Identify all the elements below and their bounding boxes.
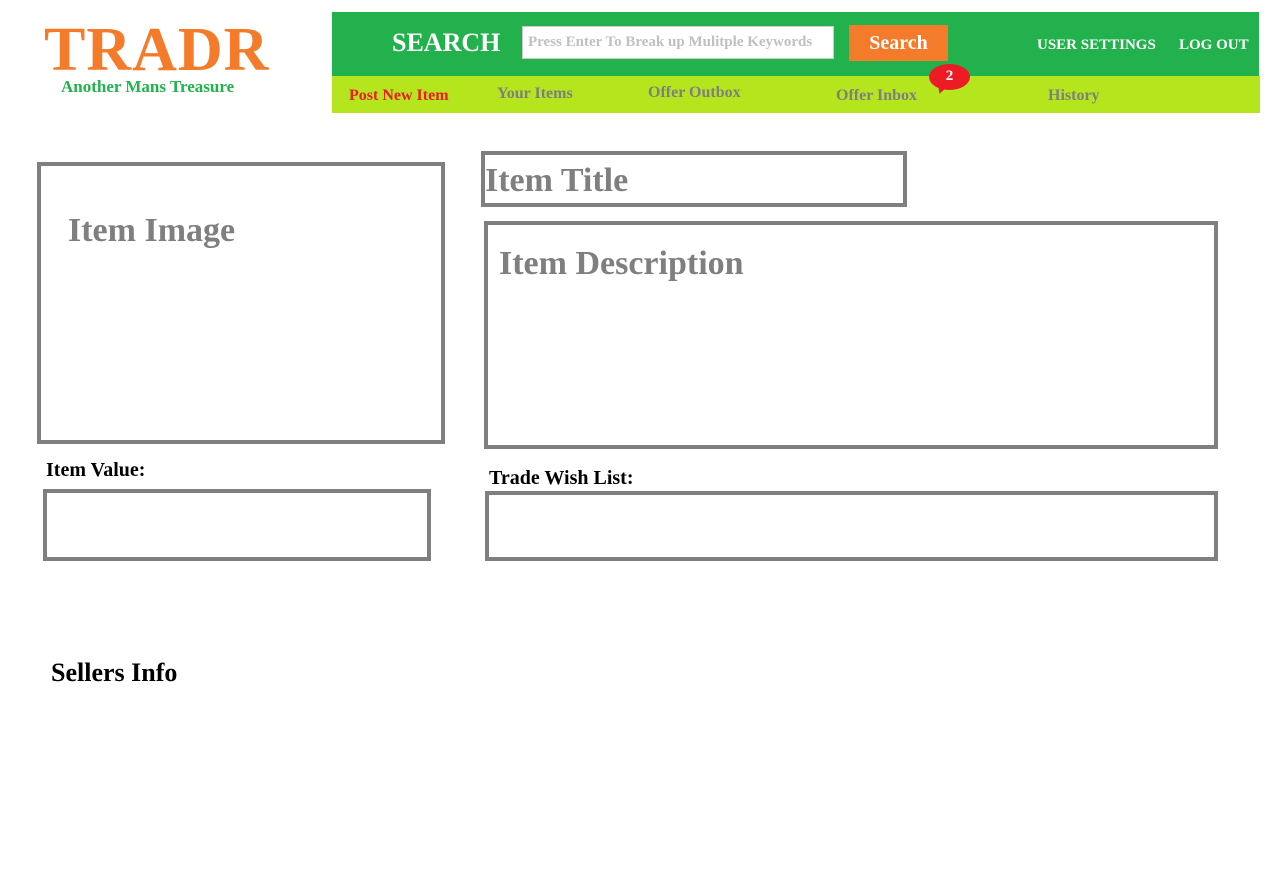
search-button[interactable]: Search [849, 25, 948, 61]
item-description-box[interactable]: Item Description [484, 221, 1218, 449]
item-value-label: Item Value: [46, 459, 146, 481]
item-page: TRADR Another Mans Treasure SEARCH Searc… [0, 0, 1280, 891]
log-out-link[interactable]: LOG OUT [1179, 36, 1249, 54]
item-description-label: Item Description [499, 245, 744, 282]
item-title-box[interactable]: Item Title [481, 151, 907, 207]
logo-title[interactable]: TRADR [44, 14, 269, 86]
item-image-box[interactable]: Item Image [37, 162, 445, 444]
logo-tagline: Another Mans Treasure [61, 77, 235, 96]
trade-wish-list-field[interactable] [485, 491, 1218, 561]
nav-post-new-item[interactable]: Post New Item [349, 87, 449, 105]
nav-your-items[interactable]: Your Items [497, 85, 573, 103]
nav-history[interactable]: History [1048, 87, 1100, 105]
search-heading: SEARCH [392, 28, 501, 57]
nav-bar: Post New Item Your Items Offer Outbox Of… [332, 76, 1260, 113]
item-value-field[interactable] [43, 489, 431, 561]
item-title-label: Item Title [485, 162, 629, 199]
top-bar: SEARCH Search USER SETTINGS LOG OUT [332, 12, 1259, 76]
offer-inbox-badge[interactable]: 2 [929, 64, 970, 90]
sellers-info-heading: Sellers Info [51, 658, 178, 687]
item-image-label: Item Image [68, 212, 236, 249]
nav-offer-outbox[interactable]: Offer Outbox [648, 84, 741, 102]
search-input[interactable] [522, 26, 834, 59]
nav-offer-inbox[interactable]: Offer Inbox [836, 87, 917, 105]
user-settings-link[interactable]: USER SETTINGS [1037, 36, 1156, 54]
trade-wish-list-label: Trade Wish List: [489, 467, 634, 489]
